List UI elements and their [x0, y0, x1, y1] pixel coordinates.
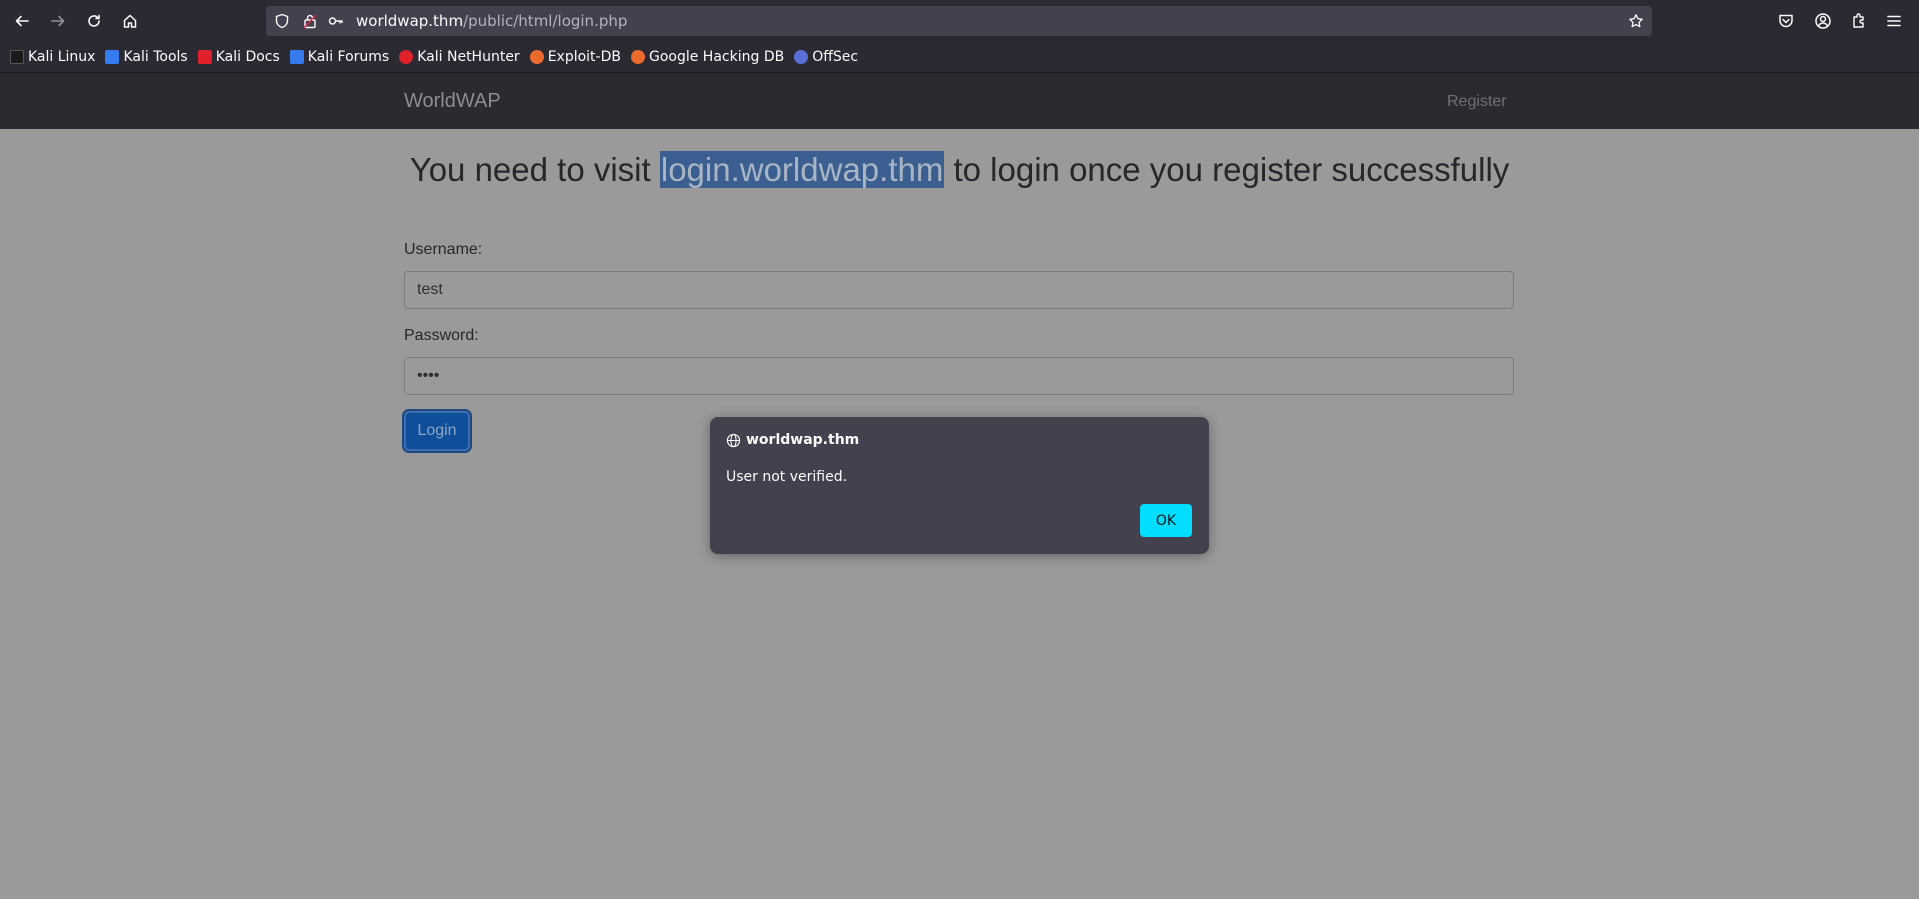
shield-icon[interactable] — [274, 13, 290, 29]
menu-icon[interactable] — [1885, 12, 1903, 30]
browser-chrome: worldwap.thm/public/html/login.php Kali … — [0, 0, 1919, 72]
password-label: Password: — [404, 327, 479, 344]
bookmark-label: Kali Forums — [307, 49, 390, 65]
username-label: Username: — [404, 241, 483, 258]
dialog-origin: worldwap.thm — [746, 432, 860, 448]
forward-button[interactable] — [44, 7, 72, 35]
bookmark-google-hacking-db[interactable]: Google Hacking DB — [630, 49, 785, 65]
globe-icon — [726, 433, 741, 447]
url-path: /public/html/login.php — [463, 12, 628, 30]
bookmark-label: Kali NetHunter — [417, 49, 520, 65]
site-navbar: WorldWAP Register — [0, 72, 1919, 129]
url-text[interactable]: worldwap.thm/public/html/login.php — [356, 12, 627, 30]
key-icon[interactable] — [328, 13, 344, 29]
home-button[interactable] — [116, 7, 144, 35]
insecure-lock-icon[interactable] — [302, 13, 318, 29]
url-host: worldwap.thm — [356, 12, 464, 30]
extensions-icon[interactable] — [1850, 12, 1868, 30]
home-icon — [123, 14, 137, 28]
bookmark-kali-linux[interactable]: Kali Linux — [10, 49, 95, 65]
bookmark-kali-nethunter[interactable]: Kali NetHunter — [399, 49, 520, 65]
bookmark-label: Exploit-DB — [547, 49, 621, 65]
reload-button[interactable] — [80, 7, 108, 35]
browser-toolbar: worldwap.thm/public/html/login.php — [0, 0, 1919, 42]
bookmark-label: Kali Tools — [123, 49, 188, 65]
offsec-favicon — [794, 50, 809, 64]
back-button[interactable] — [8, 7, 36, 35]
bookmark-label: Google Hacking DB — [648, 49, 785, 65]
register-link[interactable]: Register — [1447, 93, 1507, 111]
bookmark-label: OffSec — [812, 49, 859, 65]
username-field[interactable] — [404, 271, 1514, 309]
google-hacking-db-favicon — [630, 50, 645, 64]
ok-button[interactable]: OK — [1140, 504, 1192, 537]
bookmark-kali-forums[interactable]: Kali Forums — [289, 49, 390, 65]
bookmark-offsec[interactable]: OffSec — [794, 49, 858, 65]
page-headline: You need to visit login.worldwap.thm to … — [0, 151, 1919, 189]
headline-text-before: You need to visit — [409, 151, 660, 188]
account-icon[interactable] — [1814, 12, 1832, 30]
arrow-left-icon — [15, 15, 29, 27]
password-field[interactable] — [404, 357, 1514, 395]
kali-tools-favicon — [105, 50, 120, 64]
kali-nethunter-favicon — [399, 50, 414, 64]
kali-docs-favicon — [197, 50, 212, 64]
headline-text-after: to login once you register successfully — [944, 151, 1510, 188]
dialog-message: User not verified. — [726, 469, 848, 485]
bookmarks-bar: Kali Linux Kali Tools Kali Docs Kali For… — [0, 44, 1919, 70]
kali-linux-favicon — [10, 50, 24, 64]
exploit-db-favicon — [529, 50, 544, 64]
pocket-icon[interactable] — [1777, 12, 1795, 30]
site-brand[interactable]: WorldWAP — [404, 90, 501, 113]
headline-highlighted-domain: login.worldwap.thm — [659, 151, 945, 188]
url-bar[interactable]: worldwap.thm/public/html/login.php — [266, 6, 1652, 36]
arrow-right-icon — [51, 15, 65, 27]
login-button[interactable]: Login — [404, 411, 470, 451]
bookmark-kali-docs[interactable]: Kali Docs — [197, 49, 280, 65]
bookmark-exploit-db[interactable]: Exploit-DB — [529, 49, 621, 65]
alert-dialog: worldwap.thm User not verified. OK — [710, 417, 1209, 554]
reload-icon — [88, 14, 100, 27]
kali-forums-favicon — [289, 50, 304, 64]
dialog-title: worldwap.thm — [726, 432, 859, 448]
bookmark-label: Kali Linux — [28, 49, 96, 65]
bookmark-star-icon[interactable] — [1628, 13, 1644, 29]
bookmark-label: Kali Docs — [215, 49, 280, 65]
bookmark-kali-tools[interactable]: Kali Tools — [105, 49, 188, 65]
